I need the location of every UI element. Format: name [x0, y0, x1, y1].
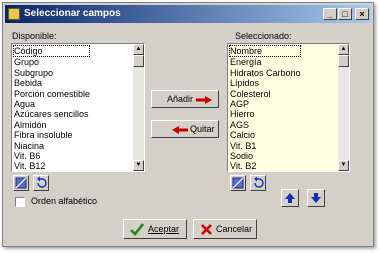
maximize-button[interactable]: □ — [338, 8, 352, 20]
title-bar[interactable]: Seleccionar campos _ □ × — [5, 5, 371, 23]
remove-label: Quitar — [190, 124, 215, 134]
checkmark-icon — [130, 223, 144, 236]
window-title: Seleccionar campos — [24, 8, 121, 19]
scroll-down-button[interactable]: ▼ — [133, 160, 144, 171]
list-item[interactable]: Sodio — [230, 151, 301, 161]
add-label: Añadir — [167, 94, 194, 104]
list-item[interactable]: Agua — [14, 99, 90, 109]
cancel-button[interactable]: Cancelar — [193, 219, 257, 239]
app-icon — [8, 8, 20, 20]
select-all-button[interactable] — [230, 175, 246, 191]
selected-label: Seleccionado: — [235, 31, 292, 41]
list-item[interactable]: Bebida — [14, 78, 90, 88]
alphabetical-label: Orden alfabético — [31, 196, 98, 206]
scroll-thumb[interactable] — [133, 55, 144, 67]
scroll-up-button[interactable]: ▲ — [338, 44, 349, 55]
move-down-button[interactable] — [307, 189, 325, 207]
arrow-down-icon — [311, 193, 321, 203]
selected-scrollbar[interactable]: ▲ ▼ — [338, 44, 349, 171]
select-all-icon — [15, 177, 27, 189]
scroll-up-button[interactable]: ▲ — [133, 44, 144, 55]
list-item[interactable]: AGP — [230, 99, 301, 109]
list-item[interactable]: Nombre — [229, 45, 301, 58]
arrow-left-icon — [172, 126, 188, 134]
arrow-up-icon — [285, 193, 295, 203]
available-scrollbar[interactable]: ▲ ▼ — [133, 44, 144, 171]
select-all-button[interactable] — [13, 175, 29, 191]
list-item[interactable]: Calcio — [230, 130, 301, 140]
selected-list[interactable]: Nombre Energía Hidratos Carbono Lípidos Cole… — [227, 43, 350, 172]
move-up-button[interactable] — [281, 189, 299, 207]
scroll-down-button[interactable]: ▼ — [338, 160, 349, 171]
list-item[interactable]: Porción comestible — [14, 89, 90, 99]
list-item[interactable]: Vit. B1 — [230, 141, 301, 151]
list-item[interactable]: Vit. B2 — [230, 161, 301, 171]
list-item[interactable]: AGS — [230, 120, 301, 130]
select-all-icon — [232, 177, 244, 189]
undo-icon — [254, 176, 264, 188]
list-item[interactable]: Almidón — [14, 120, 90, 130]
remove-button[interactable]: Quitar — [151, 120, 219, 138]
list-item[interactable]: Energía — [230, 57, 301, 67]
list-item[interactable]: Niacina — [14, 141, 90, 151]
alphabetical-checkbox[interactable] — [15, 197, 25, 207]
list-item[interactable]: Hidratos Carbono — [230, 68, 301, 78]
list-item[interactable]: Fibra insoluble — [14, 130, 90, 140]
list-item[interactable]: Hierro — [230, 109, 301, 119]
list-item[interactable]: Grupo — [14, 57, 90, 67]
add-button[interactable]: Añadir — [151, 90, 219, 108]
minimize-button[interactable]: _ — [323, 8, 337, 20]
close-button[interactable]: × — [355, 8, 369, 20]
invert-selection-button[interactable] — [250, 175, 266, 191]
cancel-label: Cancelar — [216, 224, 253, 234]
list-item[interactable]: Colesterol — [230, 89, 301, 99]
list-item[interactable]: Lípidos — [230, 78, 301, 88]
list-item[interactable]: Vit. B12 — [14, 161, 90, 171]
undo-icon — [37, 176, 47, 188]
available-label: Disponible: — [12, 31, 57, 41]
list-item[interactable]: Azúcares sencillos — [14, 109, 90, 119]
arrow-right-icon — [196, 96, 212, 104]
list-item[interactable]: Subgrupo — [14, 68, 90, 78]
list-item[interactable]: Código — [13, 45, 91, 58]
scroll-thumb[interactable] — [338, 55, 349, 67]
accept-button[interactable]: Aceptar — [123, 219, 187, 239]
x-icon — [201, 224, 212, 235]
invert-selection-button[interactable] — [33, 175, 49, 191]
dialog-window: Seleccionar campos _ □ × Disponible: Cód… — [2, 2, 374, 247]
list-item[interactable]: Vit. B6 — [14, 151, 90, 161]
available-list[interactable]: Código Grupo Subgrupo Bebida Porción comesti… — [11, 43, 145, 172]
accept-label: Aceptar — [148, 224, 180, 234]
